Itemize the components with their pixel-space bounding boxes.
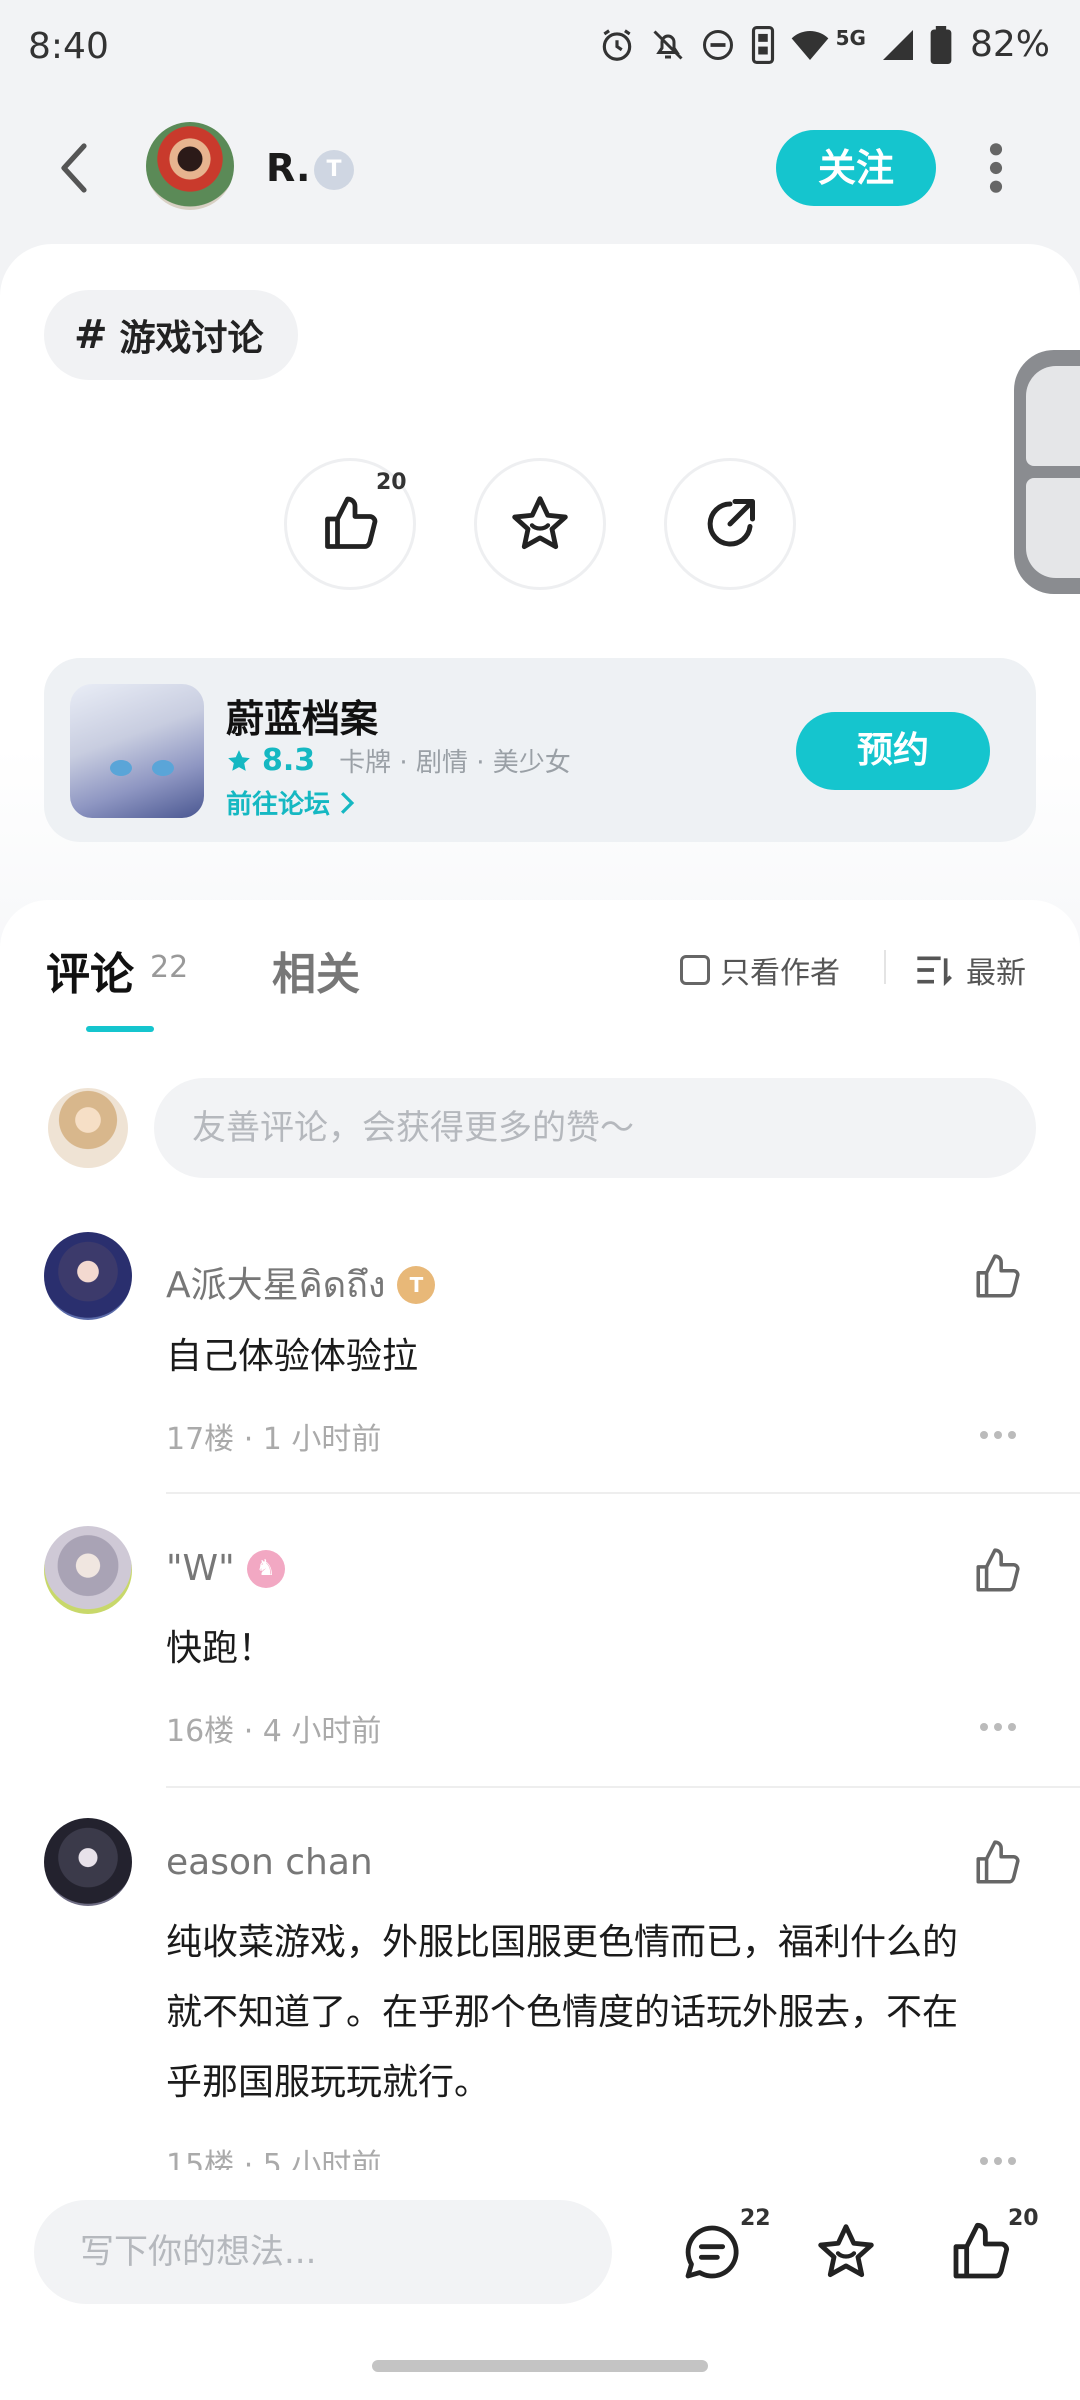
reserve-button[interactable]: 预约	[796, 712, 990, 790]
topic-tag-label: 游戏讨论	[119, 318, 264, 359]
more-vertical-icon	[989, 143, 1003, 193]
hashtag-icon: #	[74, 312, 108, 358]
comment-avatar[interactable]	[44, 1818, 132, 1906]
comment-author[interactable]: eason chan	[166, 1842, 373, 1883]
author-name[interactable]: R.	[266, 146, 310, 190]
comment-author-badge: T	[397, 1265, 436, 1304]
bottom-like-button[interactable]	[948, 2220, 1012, 2284]
tab-active-indicator	[86, 1026, 154, 1032]
sort-label: 最新	[966, 956, 1026, 991]
forum-link[interactable]: 前往论坛	[226, 784, 356, 821]
comment-text: 自己体验体验拉	[166, 1336, 419, 1377]
favorite-button[interactable]	[474, 458, 606, 590]
comment-more-button[interactable]	[978, 1722, 1018, 1732]
thumbs-up-icon	[976, 1548, 1020, 1592]
dnd-icon	[702, 29, 733, 60]
author-avatar[interactable]	[146, 122, 234, 210]
like-count: 20	[376, 470, 407, 495]
comment-header: "W" ♞	[166, 1548, 285, 1589]
more-horizontal-icon	[980, 2157, 1016, 2165]
rating-star-icon	[228, 749, 250, 771]
comment-like-button[interactable]	[972, 1838, 1022, 1888]
network-label: 5G	[835, 25, 866, 50]
topic-tag[interactable]: # 游戏讨论	[44, 290, 298, 380]
alarm-icon	[602, 28, 631, 61]
comment-input[interactable]: 友善评论，会获得更多的赞～	[154, 1078, 1036, 1178]
thumbs-up-icon	[953, 2222, 1010, 2279]
tab-comments[interactable]: 评论	[46, 938, 134, 1002]
only-author-label: 只看作者	[720, 956, 840, 991]
wifi-icon	[791, 30, 828, 60]
comment-more-button[interactable]	[978, 1430, 1018, 1440]
comment-meta: 17楼 · 1 小时前	[166, 1422, 382, 1457]
chevron-right-icon	[340, 791, 355, 814]
my-avatar	[48, 1088, 128, 1168]
comment-divider	[166, 1492, 1080, 1494]
thumbs-up-icon	[976, 1254, 1020, 1298]
status-time: 8:40	[28, 26, 109, 67]
comment-avatar[interactable]	[44, 1526, 132, 1614]
comment-text: 纯收菜游戏，外服比国服更色情而已，福利什么的 就不知道了。在乎那个色情度的话玩外…	[166, 1908, 958, 2118]
author-level-badge: T	[314, 150, 354, 190]
comment-like-button[interactable]	[972, 1252, 1022, 1302]
comment-bubble-icon	[685, 2225, 739, 2279]
chevron-left-icon	[61, 143, 87, 193]
thumbs-up-icon	[976, 1840, 1020, 1884]
filter-divider	[884, 950, 886, 984]
only-author-toggle[interactable]: 只看作者	[680, 948, 840, 992]
game-icon[interactable]	[70, 684, 204, 818]
follow-button[interactable]: 关注	[776, 130, 936, 206]
game-title[interactable]: 蔚蓝档案	[226, 688, 378, 743]
star-icon	[818, 2224, 874, 2278]
comment-text: 快跑！	[166, 1628, 275, 1669]
game-rating-score: 8.3	[262, 743, 316, 778]
bottom-comment-count: 22	[740, 2206, 771, 2231]
side-widget-brightness-icon[interactable]	[1026, 478, 1080, 578]
comment-text-line: 纯收菜游戏，外服比国服更色情而已，福利什么的	[166, 1922, 959, 1963]
comment-author[interactable]: "W"	[166, 1548, 235, 1589]
sort-icon	[917, 956, 952, 987]
share-icon	[707, 499, 755, 547]
thumbs-up-icon	[325, 496, 378, 549]
bell-off-icon	[653, 29, 683, 60]
game-rating: 8.3 卡牌 · 剧情 · 美少女	[226, 742, 571, 779]
comment-author[interactable]: A派大星คิดถึง	[166, 1256, 385, 1313]
side-widget-screenshot-icon[interactable]	[1026, 366, 1080, 466]
vibrate-icon	[751, 25, 774, 64]
comment-author-badge: ♞	[246, 1549, 285, 1588]
bottom-comment-button[interactable]	[680, 2220, 744, 2284]
signal-icon	[882, 29, 913, 60]
comment-header: A派大星คิดถึง T	[166, 1256, 436, 1313]
bottom-favorite-button[interactable]	[814, 2220, 878, 2284]
forum-link-label: 前往论坛	[226, 790, 331, 820]
more-horizontal-icon	[980, 1431, 1016, 1439]
battery-icon	[930, 25, 952, 64]
comment-text-line: 乎那国服玩玩就行。	[166, 2062, 491, 2103]
comment-text-line: 就不知道了。在乎那个色情度的话玩外服去，不在	[166, 1992, 959, 2033]
battery-percent: 82%	[969, 24, 1050, 65]
star-icon	[512, 496, 568, 550]
home-indicator[interactable]	[372, 2360, 708, 2372]
more-horizontal-icon	[980, 1723, 1016, 1731]
status-icons: 5G 82%	[598, 24, 1050, 65]
bottom-like-count: 20	[1008, 2206, 1039, 2231]
game-tags: 卡牌 · 剧情 · 美少女	[339, 748, 571, 778]
back-button[interactable]	[50, 140, 98, 196]
comment-more-button[interactable]	[978, 2156, 1018, 2166]
more-options-button[interactable]	[984, 140, 1008, 196]
share-button[interactable]	[664, 458, 796, 590]
tab-related[interactable]: 相关	[272, 938, 360, 1002]
comment-like-button[interactable]	[972, 1546, 1022, 1596]
bottom-comment-input[interactable]: 写下你的想法...	[34, 2200, 612, 2304]
comment-divider	[166, 1786, 1080, 1788]
only-author-checkbox[interactable]	[680, 955, 710, 985]
sort-button[interactable]: 最新	[914, 948, 1026, 992]
comment-avatar[interactable]	[44, 1232, 132, 1320]
tab-comments-count: 22	[150, 950, 189, 985]
comment-header: eason chan	[166, 1842, 373, 1883]
floating-side-widget[interactable]	[1014, 350, 1080, 594]
comment-meta: 16楼 · 4 小时前	[166, 1714, 382, 1749]
